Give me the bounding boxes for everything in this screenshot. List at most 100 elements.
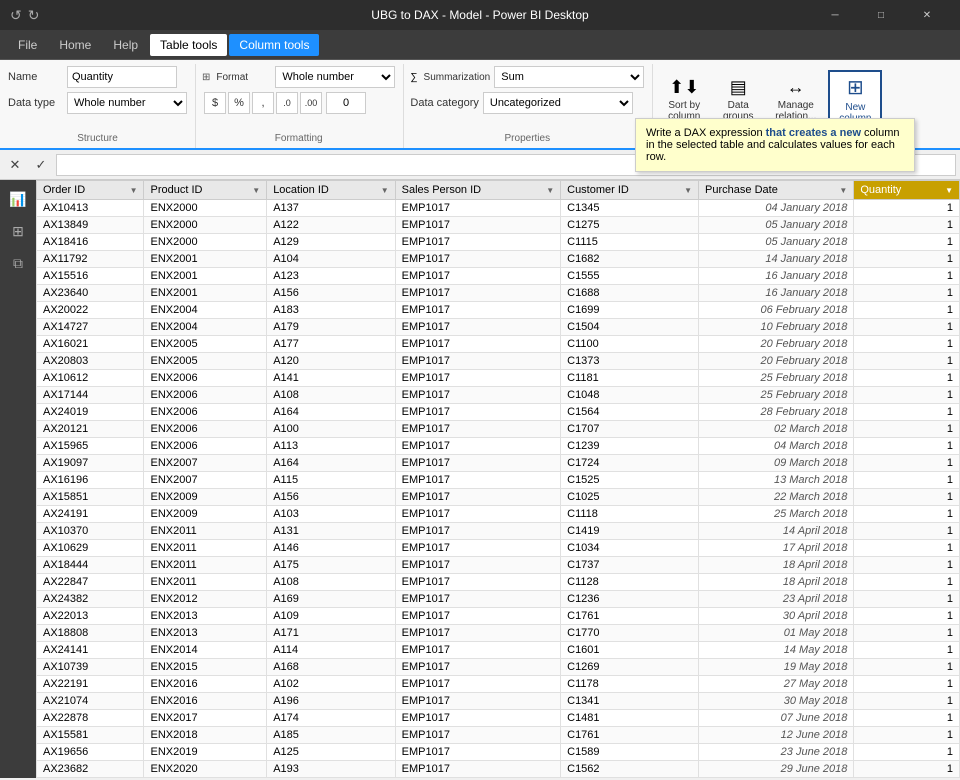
datatype-select[interactable]: Whole number [67,92,187,114]
table-cell: 1 [854,608,960,625]
table-row[interactable]: AX18808ENX2013A171EMP1017C177001 May 201… [37,625,960,642]
table-cell: C1115 [561,234,699,251]
increase-decimal-button[interactable]: .0 [276,92,298,114]
col-header-location-id[interactable]: Location ID▼ [267,181,395,200]
table-row[interactable]: AX21074ENX2016A196EMP1017C134130 May 201… [37,693,960,710]
table-cell: 1 [854,234,960,251]
table-cell: ENX2001 [144,251,267,268]
table-cell: 05 January 2018 [699,234,854,251]
menu-home[interactable]: Home [49,34,101,56]
comma-button[interactable]: , [252,92,274,114]
name-input[interactable] [67,66,177,88]
sidebar-model-icon[interactable]: ⧉ [2,248,34,278]
table-cell: EMP1017 [395,727,561,744]
menu-help[interactable]: Help [103,34,148,56]
sidebar-report-icon[interactable]: 📊 [2,184,34,214]
menu-columntools[interactable]: Column tools [229,34,319,56]
left-sidebar: 📊 ⊞ ⧉ [0,180,36,778]
table-cell: 1 [854,574,960,591]
table-cell: AX23682 [37,761,144,778]
restore-button[interactable]: □ [858,0,904,30]
table-row[interactable]: AX10370ENX2011A131EMP1017C141914 April 2… [37,523,960,540]
table-cell: A129 [267,234,395,251]
table-row[interactable]: AX14727ENX2004A179EMP1017C150410 Februar… [37,319,960,336]
table-row[interactable]: AX10629ENX2011A146EMP1017C103417 April 2… [37,540,960,557]
table-row[interactable]: AX13849ENX2000A122EMP1017C127505 January… [37,217,960,234]
table-row[interactable]: AX23640ENX2001A156EMP1017C168816 January… [37,285,960,302]
table-row[interactable]: AX24141ENX2014A114EMP1017C160114 May 201… [37,642,960,659]
table-cell: ENX2016 [144,676,267,693]
table-row[interactable]: AX17144ENX2006A108EMP1017C104825 Februar… [37,387,960,404]
decrease-decimal-button[interactable]: .00 [300,92,322,114]
table-row[interactable]: AX24382ENX2012A169EMP1017C123623 April 2… [37,591,960,608]
table-cell: ENX2007 [144,455,267,472]
table-row[interactable]: AX22013ENX2013A109EMP1017C176130 April 2… [37,608,960,625]
table-row[interactable]: AX11792ENX2001A104EMP1017C168214 January… [37,251,960,268]
format-label: Format [216,72,271,83]
table-row[interactable]: AX20022ENX2004A183EMP1017C169906 Februar… [37,302,960,319]
col-header-order-id[interactable]: Order ID▼ [37,181,144,200]
minimize-button[interactable]: ─ [812,0,858,30]
col-header-sales-person-id[interactable]: Sales Person ID▼ [395,181,561,200]
col-header-purchase-date[interactable]: Purchase Date▼ [699,181,854,200]
currency-button[interactable]: $ [204,92,226,114]
table-row[interactable]: AX15581ENX2018A185EMP1017C176112 June 20… [37,727,960,744]
decimal-input[interactable] [326,92,366,114]
summarization-select[interactable]: Sum [494,66,644,88]
table-row[interactable]: AX19097ENX2007A164EMP1017C172409 March 2… [37,455,960,472]
table-row[interactable]: AX20121ENX2006A100EMP1017C170702 March 2… [37,421,960,438]
percent-button[interactable]: % [228,92,250,114]
sidebar-data-icon[interactable]: ⊞ [2,216,34,246]
table-row[interactable]: AX24019ENX2006A164EMP1017C156428 Februar… [37,404,960,421]
table-cell: C1761 [561,727,699,744]
table-row[interactable]: AX10739ENX2015A168EMP1017C126919 May 201… [37,659,960,676]
close-button[interactable]: ✕ [904,0,950,30]
data-table-area[interactable]: Order ID▼Product ID▼Location ID▼Sales Pe… [36,180,960,778]
table-row[interactable]: AX18444ENX2011A175EMP1017C173718 April 2… [37,557,960,574]
redo-icon[interactable]: ↻ [28,7,40,24]
table-row[interactable]: AX18416ENX2000A129EMP1017C111505 January… [37,234,960,251]
table-cell: 1 [854,676,960,693]
table-cell: 19 May 2018 [699,659,854,676]
table-row[interactable]: AX15851ENX2009A156EMP1017C102522 March 2… [37,489,960,506]
cancel-button[interactable]: ✕ [4,154,26,176]
table-row[interactable]: AX19656ENX2019A125EMP1017C158923 June 20… [37,744,960,761]
table-cell: ENX2009 [144,489,267,506]
col-header-customer-id[interactable]: Customer ID▼ [561,181,699,200]
format-select[interactable]: Whole number [275,66,395,88]
undo-icon[interactable]: ↺ [10,7,22,24]
table-cell: 23 June 2018 [699,744,854,761]
table-row[interactable]: AX10612ENX2006A141EMP1017C118125 Februar… [37,370,960,387]
table-row[interactable]: AX15965ENX2006A113EMP1017C123904 March 2… [37,438,960,455]
table-row[interactable]: AX10413ENX2000A137EMP1017C134504 January… [37,200,960,217]
table-cell: 1 [854,285,960,302]
table-cell: 1 [854,710,960,727]
table-row[interactable]: AX22847ENX2011A108EMP1017C112818 April 2… [37,574,960,591]
table-row[interactable]: AX23682ENX2020A193EMP1017C156229 June 20… [37,761,960,778]
table-row[interactable]: AX22878ENX2017A174EMP1017C148107 June 20… [37,710,960,727]
sort-column-icon: ⬆⬇ [669,77,699,98]
table-row[interactable]: AX15516ENX2001A123EMP1017C155516 January… [37,268,960,285]
table-cell: C1236 [561,591,699,608]
table-cell: ENX2012 [144,591,267,608]
confirm-button[interactable]: ✓ [30,154,52,176]
col-header-product-id[interactable]: Product ID▼ [144,181,267,200]
table-cell: ENX2009 [144,506,267,523]
table-cell: 14 May 2018 [699,642,854,659]
table-row[interactable]: AX22191ENX2016A102EMP1017C117827 May 201… [37,676,960,693]
table-cell: 1 [854,302,960,319]
datacategory-select[interactable]: Uncategorized [483,92,633,114]
table-row[interactable]: AX20803ENX2005A120EMP1017C137320 Februar… [37,353,960,370]
table-row[interactable]: AX24191ENX2009A103EMP1017C111825 March 2… [37,506,960,523]
table-cell: 16 January 2018 [699,268,854,285]
table-cell: AX15516 [37,268,144,285]
menu-file[interactable]: File [8,34,47,56]
table-row[interactable]: AX16021ENX2005A177EMP1017C110020 Februar… [37,336,960,353]
menu-tabletools[interactable]: Table tools [150,34,227,56]
table-row[interactable]: AX16196ENX2007A115EMP1017C152513 March 2… [37,472,960,489]
table-cell: C1564 [561,404,699,421]
table-cell: 27 May 2018 [699,676,854,693]
table-cell: 1 [854,353,960,370]
table-row[interactable]: AX11228ENX2021A125EMP1017C113410 July 20… [37,778,960,779]
col-header-quantity[interactable]: Quantity▼ [854,181,960,200]
